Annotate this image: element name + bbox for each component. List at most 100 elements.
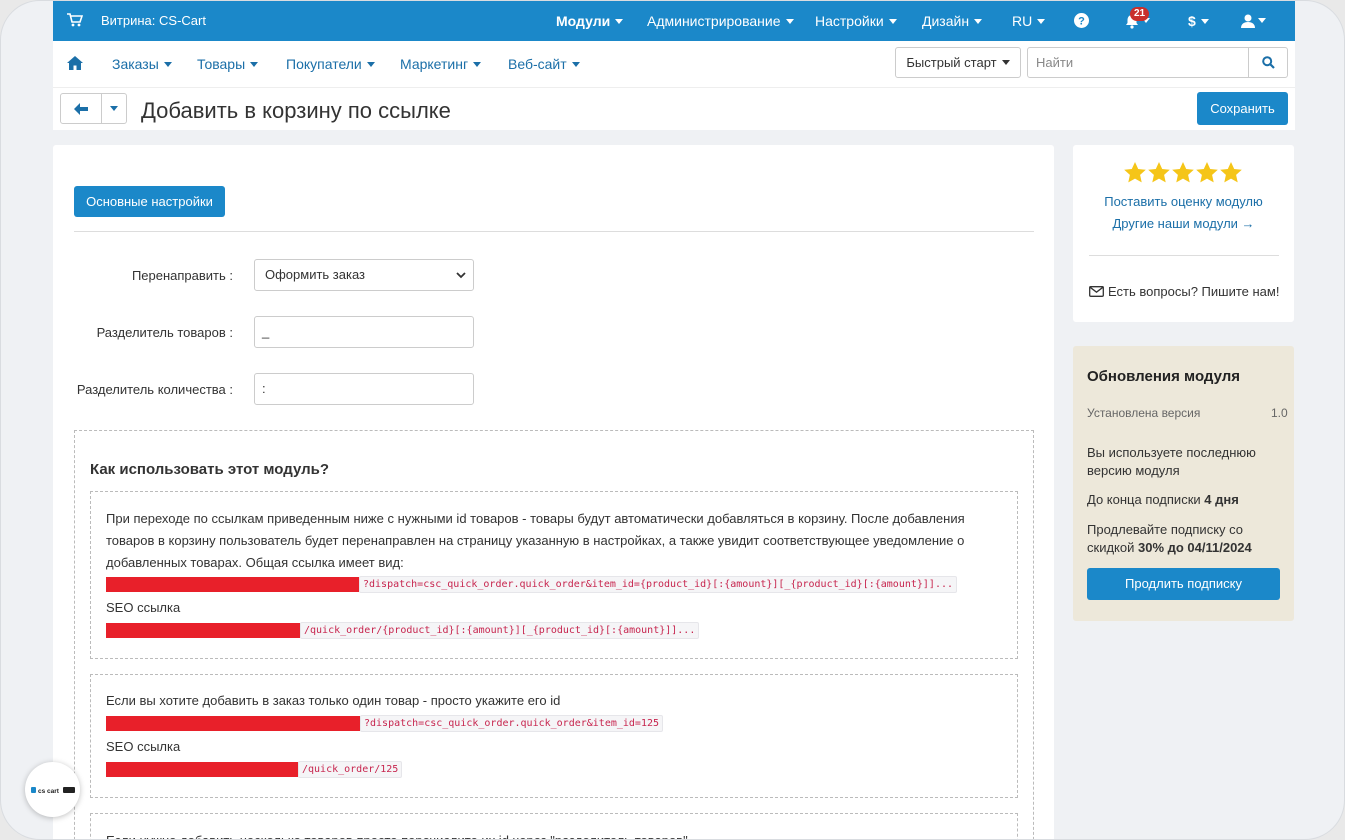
chevron-down-icon xyxy=(1037,19,1046,24)
general-seo-link-code: /quick_order/{product_id}[:{amount}][_{p… xyxy=(300,622,700,639)
redirect-select-value: Оформить заказ xyxy=(265,267,366,282)
howto-single-text: Если вы хотите добавить в заказ только о… xyxy=(106,693,561,708)
howto-general-text: При переходе по ссылкам приведенным ниже… xyxy=(106,511,965,570)
nav-customers[interactable]: Покупатели xyxy=(286,56,375,72)
howto-title: Как использовать этот модуль? xyxy=(90,461,330,478)
nav-modules[interactable]: Модули xyxy=(556,13,624,29)
renew-discount-text: Продлевайте подписку со скидкой 30% до 0… xyxy=(1087,521,1282,557)
seo-label: SEO ссылка xyxy=(106,600,181,615)
history-dropdown-button[interactable] xyxy=(101,93,127,124)
home-icon[interactable] xyxy=(67,56,83,70)
nav-orders[interactable]: Заказы xyxy=(112,56,172,72)
search-icon xyxy=(1262,56,1275,69)
user-icon[interactable] xyxy=(1241,14,1255,28)
updates-title: Обновления модуля xyxy=(1087,368,1241,385)
help-icon[interactable]: ? xyxy=(1074,13,1089,28)
latest-version-text: Вы используете последнюю версию модуля xyxy=(1087,445,1256,478)
chevron-down-icon xyxy=(571,62,580,67)
nav-marketing-label: Маркетинг xyxy=(400,56,469,72)
chevron-down-icon xyxy=(1258,18,1266,23)
redirect-select[interactable]: Оформить заказ xyxy=(254,259,474,291)
chevron-down-icon xyxy=(974,19,983,24)
nav-administration-label: Администрирование xyxy=(647,13,781,29)
single-link-code: ?dispatch=csc_quick_order.quick_order&it… xyxy=(360,715,664,732)
language-selector[interactable]: RU xyxy=(1012,13,1046,29)
window-frame: Витрина: CS-Cart Модули Администрировани… xyxy=(0,0,1345,840)
rate-module-link[interactable]: Поставить оценку модулю xyxy=(1073,194,1294,209)
arrow-left-icon xyxy=(74,103,88,115)
nav-products[interactable]: Товары xyxy=(197,56,259,72)
redacted-url xyxy=(106,762,298,777)
redirect-label: Перенаправить : xyxy=(131,268,233,283)
main-panel: Основные настройки Перенаправить : Оформ… xyxy=(53,145,1054,839)
storefront-link[interactable]: Витрина: CS-Cart xyxy=(101,13,206,28)
product-separator-input[interactable]: _ xyxy=(254,316,474,348)
quick-start-button[interactable]: Быстрый старт xyxy=(895,47,1021,78)
mail-icon xyxy=(1089,286,1104,297)
general-seo-link-row: /quick_order/{product_id}[:{amount}][_{p… xyxy=(106,622,700,639)
admin-app: Витрина: CS-Cart Модули Администрировани… xyxy=(53,1,1295,839)
quick-start-label: Быстрый старт xyxy=(906,55,997,70)
search-button[interactable] xyxy=(1248,47,1288,78)
nav-products-label: Товары xyxy=(197,56,246,72)
panel-divider xyxy=(1089,255,1279,256)
contact-link[interactable]: Есть вопросы? Пишите нам! xyxy=(1089,284,1279,299)
language-label: RU xyxy=(1012,13,1033,29)
single-seo-link-code: /quick_order/125 xyxy=(298,761,403,778)
chevron-down-icon xyxy=(456,272,466,279)
product-separator-label: Разделитель товаров : xyxy=(96,325,233,340)
chevron-down-icon xyxy=(366,62,375,67)
top-header: Витрина: CS-Cart Модули Администрировани… xyxy=(53,1,1295,41)
installed-version-value: 1.0 xyxy=(1271,406,1288,420)
chevron-down-icon xyxy=(785,19,794,24)
single-seo-link-row: /quick_order/125 xyxy=(106,761,403,778)
subscription-days: 4 дня xyxy=(1204,492,1239,507)
nav-administration[interactable]: Администрирование xyxy=(647,13,794,29)
nav-design-label: Дизайн xyxy=(922,13,970,29)
save-button[interactable]: Сохранить xyxy=(1197,92,1288,125)
star-icon xyxy=(1172,162,1194,183)
currency-label: $ xyxy=(1188,13,1196,29)
redacted-url xyxy=(106,716,360,731)
subscription-remaining: До конца подписки 4 дня xyxy=(1087,491,1282,509)
nav-marketing[interactable]: Маркетинг xyxy=(400,56,482,72)
contact-label: Есть вопросы? Пишите нам! xyxy=(1108,284,1280,299)
howto-section: Как использовать этот модуль? При перехо… xyxy=(74,430,1034,839)
chevron-down-icon xyxy=(1200,19,1209,24)
cs-cart-logo: cs cart xyxy=(31,787,75,795)
back-button[interactable] xyxy=(60,93,102,124)
renew-subscription-button[interactable]: Продлить подписку xyxy=(1087,568,1280,600)
nav-website-label: Веб-сайт xyxy=(508,56,567,72)
redacted-url xyxy=(106,623,300,638)
rating-stars[interactable] xyxy=(1124,162,1244,184)
seo-label: SEO ссылка xyxy=(106,739,181,754)
page-title: Добавить в корзину по ссылке xyxy=(141,98,451,123)
single-link-row: ?dispatch=csc_quick_order.quick_order&it… xyxy=(106,715,664,732)
chevron-down-icon xyxy=(110,106,118,111)
chevron-down-icon xyxy=(615,19,624,24)
quantity-separator-input[interactable]: : xyxy=(254,373,474,405)
cart-icon[interactable] xyxy=(67,13,83,27)
nav-settings-label: Настройки xyxy=(815,13,884,29)
howto-box-general: При переходе по ссылкам приведенным ниже… xyxy=(90,491,1018,659)
chevron-down-icon xyxy=(1001,60,1010,65)
star-icon xyxy=(1220,162,1242,183)
currency-selector[interactable]: $ xyxy=(1188,13,1209,29)
notification-badge: 21 xyxy=(1130,7,1150,21)
chevron-down-icon xyxy=(163,62,172,67)
search-input[interactable]: Найти xyxy=(1027,47,1249,78)
nav-design[interactable]: Дизайн xyxy=(922,13,983,29)
other-modules-link[interactable]: Другие наши модули → xyxy=(1073,216,1294,231)
chevron-down-icon xyxy=(250,62,259,67)
tab-general-settings[interactable]: Основные настройки xyxy=(74,186,225,217)
cs-cart-floating-button[interactable]: cs cart xyxy=(25,762,80,817)
general-link-row: ?dispatch=csc_quick_order.quick_order&it… xyxy=(106,576,958,593)
nav-settings[interactable]: Настройки xyxy=(815,13,897,29)
nav-website[interactable]: Веб-сайт xyxy=(508,56,580,72)
howto-box-multiple: Если нужно добавить несколько товаров пр… xyxy=(90,813,1018,839)
redacted-url xyxy=(106,577,359,592)
chevron-down-icon xyxy=(888,19,897,24)
nav-orders-label: Заказы xyxy=(112,56,159,72)
quantity-separator-label: Разделитель количества : xyxy=(76,382,233,397)
rating-panel: Поставить оценку модулю Другие наши моду… xyxy=(1073,145,1294,322)
